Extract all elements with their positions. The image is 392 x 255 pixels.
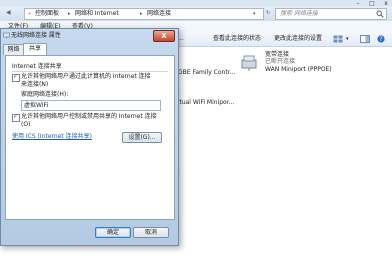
allow-share-checkbox[interactable]: ✓ [12,73,20,82]
allow-share-label-cont: 来连接(N) [21,81,49,88]
connection-device: WAN Miniport (PPPOE) [265,66,332,73]
search-icon[interactable] [376,10,384,18]
breadcrumb-network-internet[interactable]: 网络和 Internet [75,9,119,19]
home-network-select[interactable]: 虚拟WiFi [21,100,161,111]
section-title: Internet 连接共享 [12,63,62,70]
network-icon [3,32,10,39]
dialog-title: 无线网络连接 属性 [11,32,61,39]
svg-text:?: ? [379,36,382,43]
connection-name: rtual WiFi Minipor... [177,99,235,106]
search-input[interactable]: 搜索 网络连接 [275,8,387,20]
tab-sharing[interactable]: 共享 [23,43,47,55]
address-bar: ◀ » 控制面板 ▸ 网络和 Internet ▸ 网络连接 ▾ ↻ 搜索 网络… [0,6,392,22]
breadcrumb-network-connections[interactable]: 网络连接 [147,9,171,19]
chevron-down-icon[interactable]: ▾ [253,9,256,19]
cancel-button[interactable]: 取消 [133,227,169,238]
allow-control-label: 允许其他网络用户控制或禁用共享的 Internet 连接 [21,113,157,120]
search-placeholder: 搜索 网络连接 [280,10,318,17]
allow-share-label: 允许其他网络用户通过此计算机的 Internet 连接 [21,73,151,80]
close-button[interactable]: X [153,30,175,42]
network-adapter-icon [241,55,257,71]
checkmark-icon: ✓ [13,73,19,80]
ok-button[interactable]: 确定 [95,227,131,238]
back-icon[interactable]: ◀ [6,9,11,16]
wireless-connection-properties-dialog: 无线网络连接 属性 X 网络 共享 Internet 连接共享 ✓ 允许其他网络… [0,28,179,246]
settings-button[interactable]: 设置(G)... [122,132,162,143]
home-network-label: 家庭网络连接(H): [21,91,69,98]
ics-help-link[interactable]: 使用 ICS (Internet 连接共享) [12,133,92,141]
view-options-icon[interactable] [333,35,343,43]
divider [12,71,168,72]
connection-name: GBE Family Contr... [178,69,236,76]
preview-pane-icon[interactable] [360,35,370,43]
breadcrumb-control-panel[interactable]: 控制面板 [35,9,59,19]
chevron-right-icon: » [28,11,32,17]
connection-status: 已断开连接 [265,58,296,65]
view-status-button[interactable]: 查看此连接的状态 [213,32,261,46]
change-settings-button[interactable]: 更改此连接的设置 [274,32,322,46]
allow-control-label-cont: (O) [21,121,31,128]
checkmark-icon: ✓ [13,113,19,120]
sharing-panel: Internet 连接共享 ✓ 允许其他网络用户通过此计算机的 Internet… [5,55,175,220]
chevron-right-icon[interactable]: ▸ [140,9,143,19]
chevron-down-icon[interactable]: ▾ [346,32,349,46]
chevron-right-icon[interactable]: ▸ [68,9,71,19]
allow-control-checkbox[interactable]: ✓ [12,113,20,122]
home-network-value: 虚拟WiFi [24,102,49,109]
address-box[interactable]: » 控制面板 ▸ 网络和 Internet ▸ 网络连接 ▾ [24,8,264,20]
refresh-icon[interactable]: ↻ [266,8,270,18]
help-icon[interactable]: ? [376,35,386,43]
tab-networking[interactable]: 网络 [3,44,24,55]
